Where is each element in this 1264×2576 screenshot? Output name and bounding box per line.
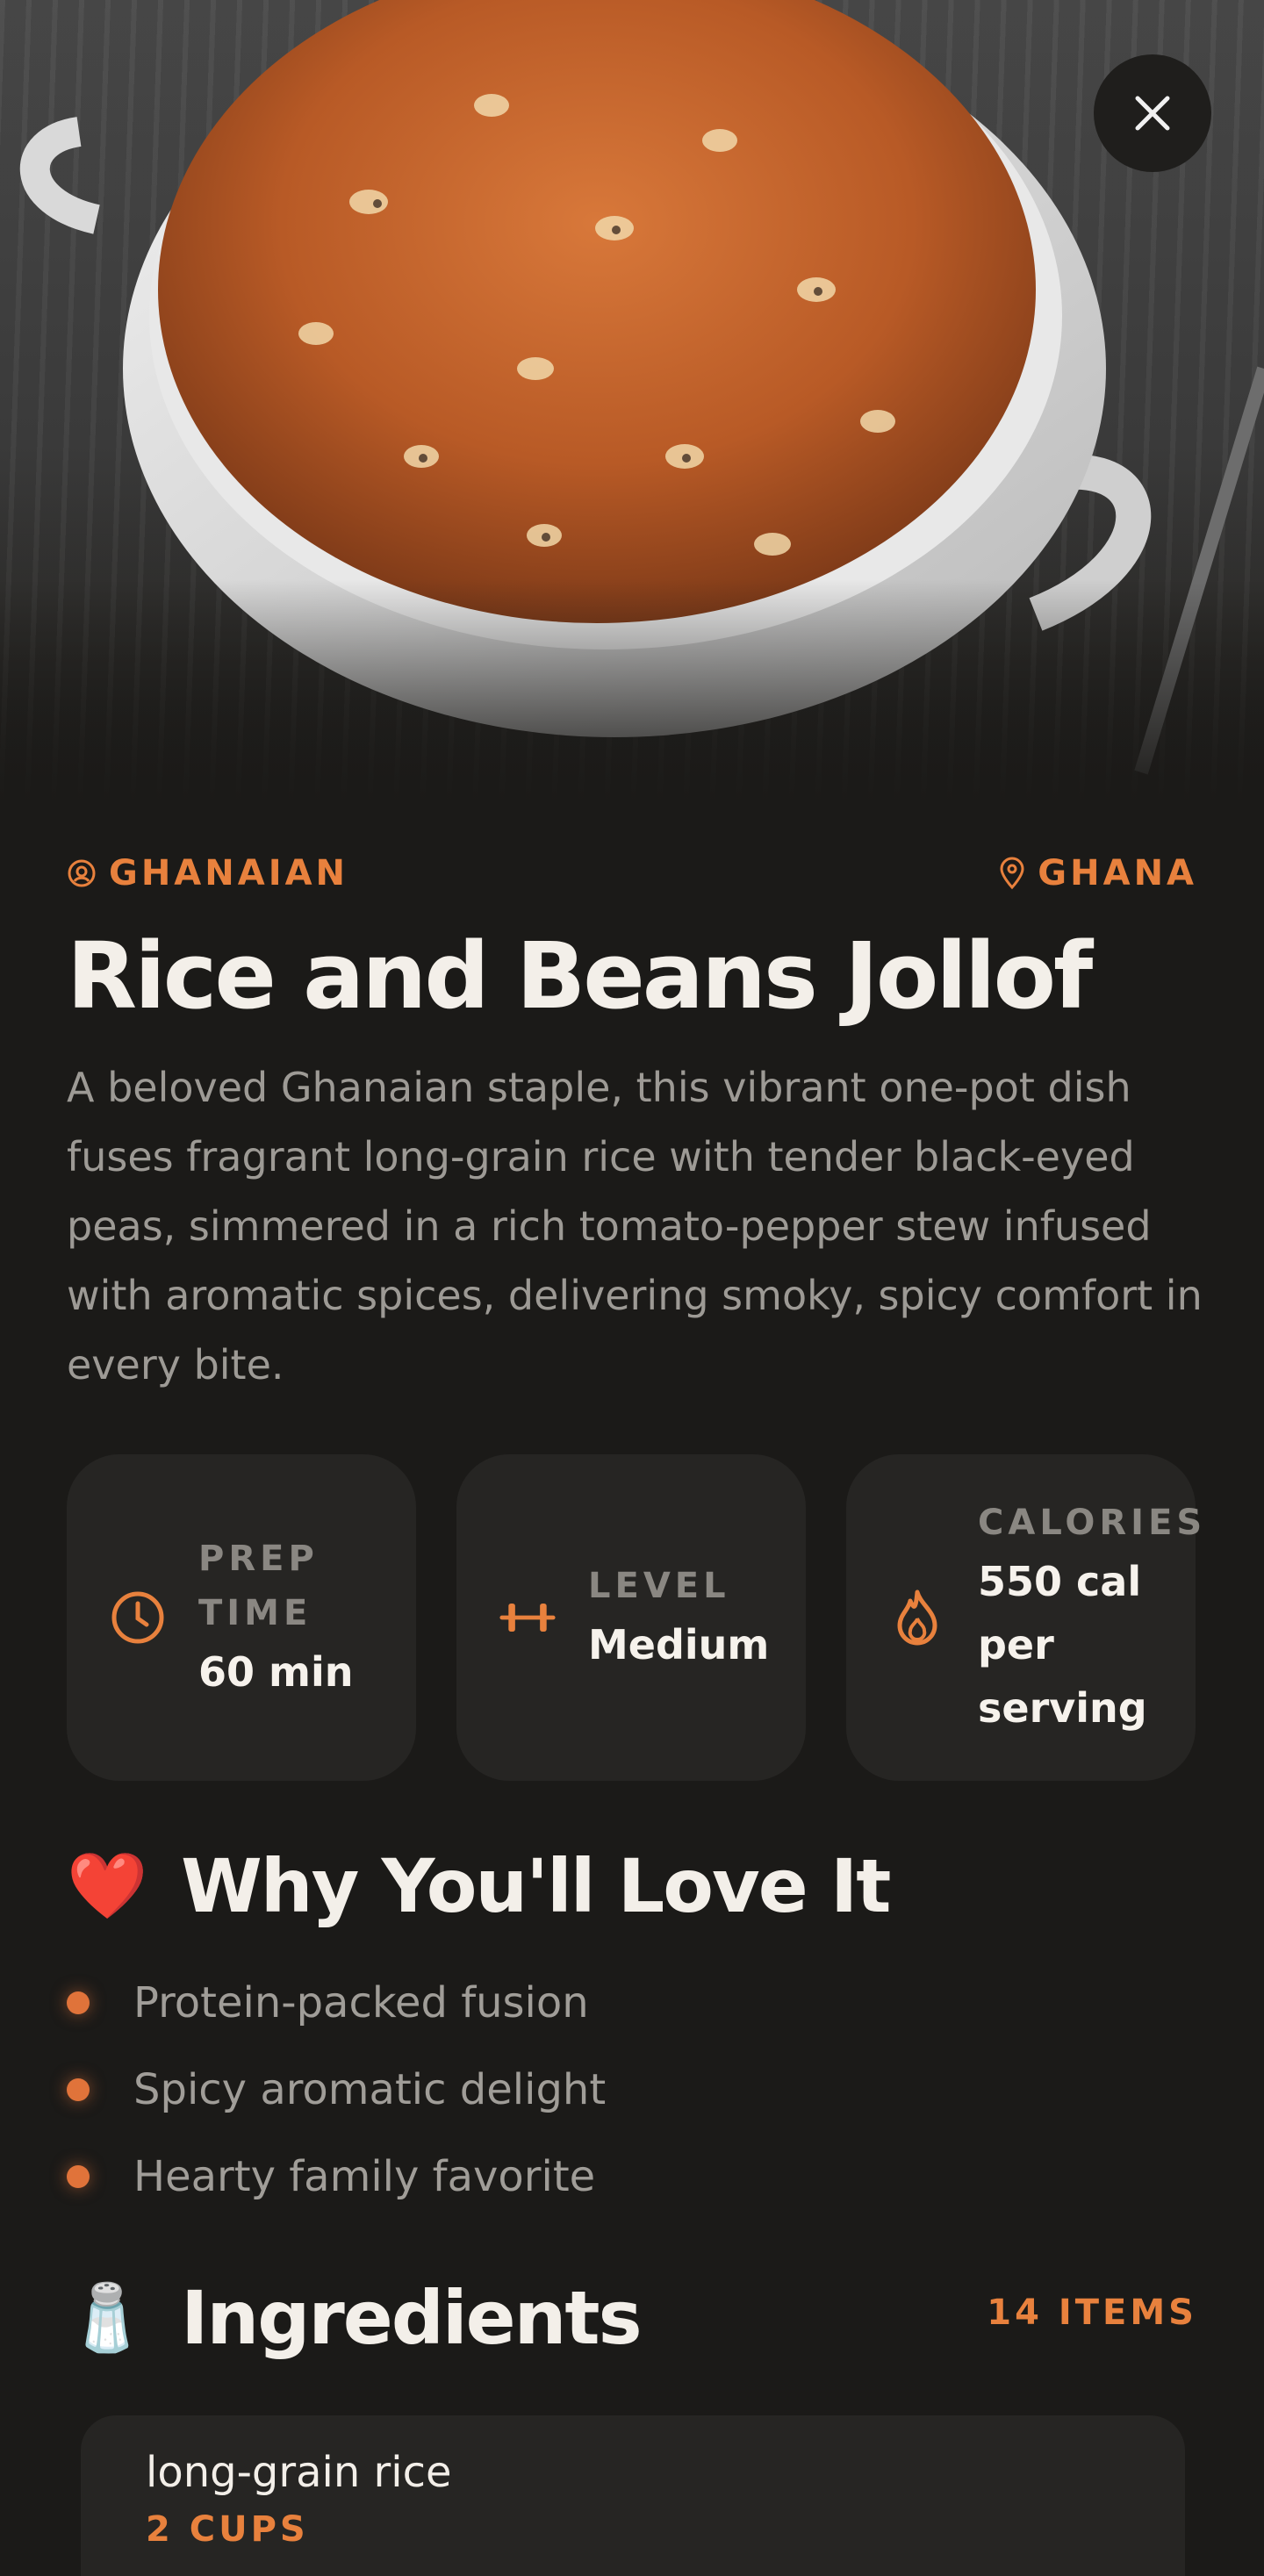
ingredients-title: Ingredients <box>181 2275 642 2361</box>
clock-icon <box>109 1589 167 1647</box>
why-love-header: ❤️ Why You'll Love It <box>67 1843 891 1929</box>
ingredient-item[interactable]: long-grain rice 2 CUPS <box>81 2415 1185 2576</box>
location-pin-icon <box>1000 857 1024 890</box>
list-item-text: Protein-packed fusion <box>133 1977 589 2027</box>
recipe-hero-image <box>0 0 1264 807</box>
heart-icon: ❤️ <box>67 1848 148 1924</box>
why-love-title: Why You'll Love It <box>181 1843 891 1929</box>
stat-value: Medium <box>588 1621 770 1668</box>
ingredient-name: long-grain rice <box>146 2448 452 2497</box>
stat-label: PREP TIME <box>198 1539 319 1633</box>
recipe-stats: PREP TIME 60 min LEVEL Medium CALORIES 5… <box>67 1454 1207 1781</box>
ingredient-quantity: 2 CUPS <box>146 2509 309 2550</box>
bullet-dot <box>67 2077 90 2101</box>
list-item: Spicy aromatic delight <box>67 2046 606 2133</box>
list-item: Hearty family favorite <box>67 2133 606 2220</box>
origin-tag: GHANA <box>999 853 1197 893</box>
hero-fade-overlay <box>0 579 1264 807</box>
stat-card-level: LEVEL Medium <box>456 1454 806 1781</box>
stat-value: 550 cal per serving <box>978 1558 1147 1732</box>
cuisine-tag: GHANAIAN <box>67 853 348 893</box>
recipe-description: A beloved Ghanaian staple, this vibrant … <box>67 1064 1203 1388</box>
ingredients-count: 14 ITEMS <box>987 2293 1197 2333</box>
list-item: Protein-packed fusion <box>67 1959 606 2046</box>
recipe-meta-row: GHANAIAN GHANA <box>67 851 1197 895</box>
bullet-dot <box>67 2164 90 2188</box>
stat-label: LEVEL <box>588 1566 730 1606</box>
recipe-detail-page: GHANAIAN GHANA Rice and Beans Jollof A b… <box>0 0 1264 2576</box>
list-item-text: Hearty family favorite <box>133 2151 596 2201</box>
origin-label: GHANA <box>1038 853 1197 893</box>
stat-label: CALORIES <box>978 1503 1207 1543</box>
cuisine-label: GHANAIAN <box>109 853 349 893</box>
why-love-list: Protein-packed fusion Spicy aromatic del… <box>67 1959 606 2220</box>
list-item-text: Spicy aromatic delight <box>133 2064 607 2114</box>
recipe-title: Rice and Beans Jollof <box>67 922 1093 1030</box>
close-icon <box>1135 96 1170 131</box>
stat-value: 60 min <box>198 1648 354 1696</box>
ingredients-header: 🧂 Ingredients <box>67 2275 643 2361</box>
cuisine-badge-icon <box>68 859 96 887</box>
stat-card-calories: CALORIES 550 cal per serving <box>846 1454 1207 1781</box>
dumbbell-icon <box>499 1589 557 1647</box>
close-button[interactable] <box>1094 54 1211 172</box>
salt-shaker-icon: 🧂 <box>67 2279 148 2356</box>
flame-icon <box>888 1589 946 1647</box>
stat-card-prep-time: PREP TIME 60 min <box>67 1454 416 1781</box>
bullet-dot <box>67 1991 90 2014</box>
